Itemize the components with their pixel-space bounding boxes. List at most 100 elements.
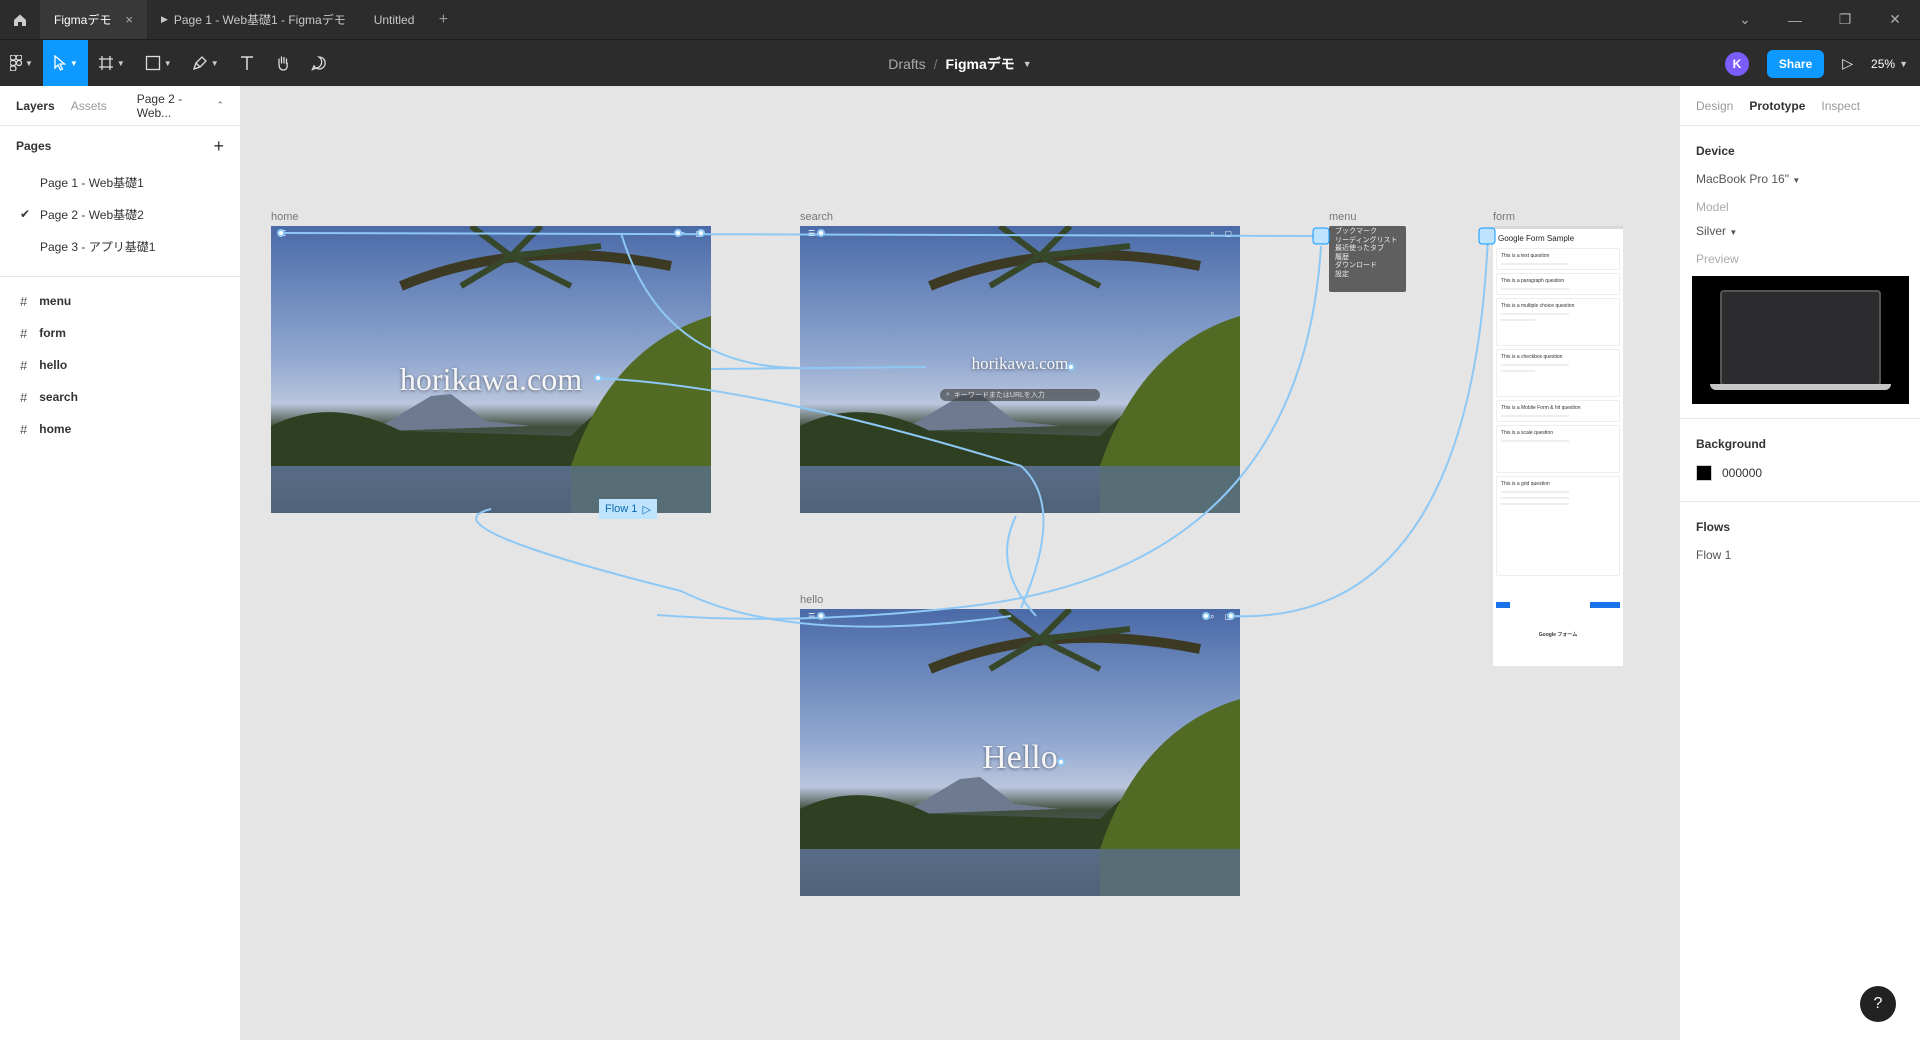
prototype-connections [277, 227, 1496, 766]
background-color-row[interactable]: 000000 [1680, 459, 1920, 487]
frame-icon: # [20, 421, 28, 437]
shape-tool[interactable]: ▼ [135, 40, 182, 87]
layer-menu[interactable]: # menu [0, 285, 240, 317]
move-tool[interactable]: ▼ [42, 39, 88, 87]
chevron-up-icon[interactable]: ⌃ [216, 100, 224, 111]
divider [0, 276, 240, 277]
tab-assets[interactable]: Assets [71, 99, 107, 113]
color-swatch[interactable] [1696, 465, 1712, 481]
frame-tool[interactable]: ▼ [88, 40, 135, 87]
tab-untitled[interactable]: Untitled [360, 0, 429, 39]
comment-icon [310, 56, 326, 71]
chevron-down-icon[interactable]: ⌄ [1720, 11, 1770, 28]
pages-title: Pages [16, 139, 52, 153]
background-title: Background [1696, 437, 1767, 451]
window-controls: ⌄ — ❐ ✕ [1720, 0, 1920, 39]
hand-icon [277, 56, 288, 71]
layer-form[interactable]: # form [0, 317, 240, 349]
preview-label: Preview [1696, 252, 1739, 266]
add-page-button[interactable]: + [213, 136, 224, 157]
home-icon [14, 14, 26, 26]
present-icon[interactable]: ▷ [1842, 55, 1853, 72]
close-window-button[interactable]: ✕ [1870, 11, 1920, 28]
layer-label: menu [39, 294, 72, 308]
laptop-screen [1720, 290, 1881, 386]
canvas[interactable]: home ☰ ⌕▢ horikawa.com search ☰ [241, 86, 1679, 1040]
chevron-down-icon: ▼ [116, 58, 125, 68]
page-label: Page 3 - アプリ基礎1 [40, 239, 156, 254]
model-select[interactable]: Silver ▼ [1680, 218, 1920, 244]
figma-logo-icon [10, 55, 22, 71]
model-label: Model [1696, 200, 1729, 214]
tab-prototype[interactable]: Prototype [1749, 99, 1805, 113]
breadcrumb-separator: / [933, 55, 938, 72]
chevron-down-icon: ▼ [163, 58, 172, 68]
rectangle-icon [145, 55, 160, 71]
restore-button[interactable]: ❐ [1820, 11, 1870, 28]
tab-label: Page 1 - Web基礎1 - Figmaデモ [173, 13, 346, 27]
layer-label: hello [39, 358, 68, 372]
avatar[interactable]: K [1724, 51, 1749, 76]
current-page-selector[interactable]: Page 2 - Web... [137, 92, 201, 120]
layer-label: search [39, 390, 78, 404]
tab-figma-demo[interactable]: Figmaデモ × [40, 0, 147, 39]
flow-start-tag[interactable]: Flow 1 ▷ [599, 499, 657, 519]
page-item-3[interactable]: Page 3 - アプリ基礎1 [0, 230, 240, 262]
cursor-icon [54, 55, 67, 71]
toolbar-right: K Share ▷ 25% ▼ [1724, 40, 1908, 87]
tab-label: Untitled [373, 12, 415, 27]
toolbar: ▼ ▼ ▼ ▼ ▼ Drafts / Figmaデモ ▼ K Share ▷ 2… [0, 39, 1920, 87]
comment-tool[interactable] [301, 40, 337, 87]
flow-label: Flow 1 [605, 503, 638, 515]
chevron-down-icon: ▼ [1729, 228, 1738, 237]
device-preview [1692, 276, 1909, 404]
text-tool[interactable] [229, 40, 265, 87]
page-label: Page 1 - Web基礎1 [40, 175, 144, 190]
tab-layers[interactable]: Layers [16, 99, 55, 113]
chevron-down-icon: ▼ [69, 58, 78, 68]
chevron-down-icon[interactable]: ▼ [1899, 59, 1908, 69]
tab-inspect[interactable]: Inspect [1821, 99, 1860, 113]
chevron-down-icon: ▼ [210, 58, 219, 68]
right-panel: Design Prototype Inspect Device MacBook … [1679, 86, 1920, 1040]
pen-icon [192, 56, 207, 71]
pen-tool[interactable]: ▼ [182, 40, 229, 87]
background-hex[interactable]: 000000 [1722, 466, 1762, 480]
home-button[interactable] [0, 0, 40, 39]
chevron-down-icon: ▼ [25, 58, 33, 68]
text-icon [240, 56, 253, 70]
breadcrumb-drafts[interactable]: Drafts [888, 56, 925, 72]
device-title: Device [1696, 144, 1735, 158]
main-menu-button[interactable]: ▼ [0, 40, 43, 87]
device-value: MacBook Pro 16" [1696, 172, 1789, 186]
layer-search[interactable]: # search [0, 381, 240, 413]
title-bar: Figmaデモ × ▶ Page 1 - Web基礎1 - Figmaデモ Un… [0, 0, 1920, 39]
play-icon[interactable]: ▷ [643, 503, 651, 516]
help-button[interactable]: ? [1860, 986, 1896, 1022]
layer-label: home [39, 422, 72, 436]
frame-icon: # [20, 389, 28, 405]
share-button[interactable]: Share [1766, 49, 1825, 78]
zoom-level[interactable]: 25% [1871, 57, 1895, 71]
page-item-1[interactable]: Page 1 - Web基礎1 [0, 166, 240, 198]
checkmark-icon: ✔ [20, 207, 31, 221]
layer-label: form [39, 326, 66, 340]
page-item-2[interactable]: ✔ Page 2 - Web基礎2 [0, 198, 240, 230]
tab-design[interactable]: Design [1696, 99, 1733, 113]
layer-hello[interactable]: # hello [0, 349, 240, 381]
flows-title: Flows [1696, 520, 1731, 534]
play-icon: ▶ [160, 14, 168, 24]
minimize-button[interactable]: — [1770, 12, 1820, 28]
hand-tool[interactable] [265, 40, 301, 87]
flow-item[interactable]: Flow 1 [1680, 542, 1920, 568]
file-name[interactable]: Figmaデモ [946, 54, 1015, 74]
new-tab-button[interactable]: + [428, 11, 458, 29]
device-select[interactable]: MacBook Pro 16" ▼ [1680, 166, 1920, 192]
chevron-down-icon[interactable]: ▼ [1023, 59, 1032, 69]
close-icon[interactable]: × [125, 12, 133, 27]
tab-page-1[interactable]: ▶ Page 1 - Web基礎1 - Figmaデモ [147, 0, 360, 39]
layer-home[interactable]: # home [0, 413, 240, 445]
chevron-down-icon: ▼ [1792, 176, 1801, 185]
frame-icon [98, 56, 113, 70]
left-panel-tabs: Layers Assets Page 2 - Web... ⌃ [0, 86, 240, 126]
